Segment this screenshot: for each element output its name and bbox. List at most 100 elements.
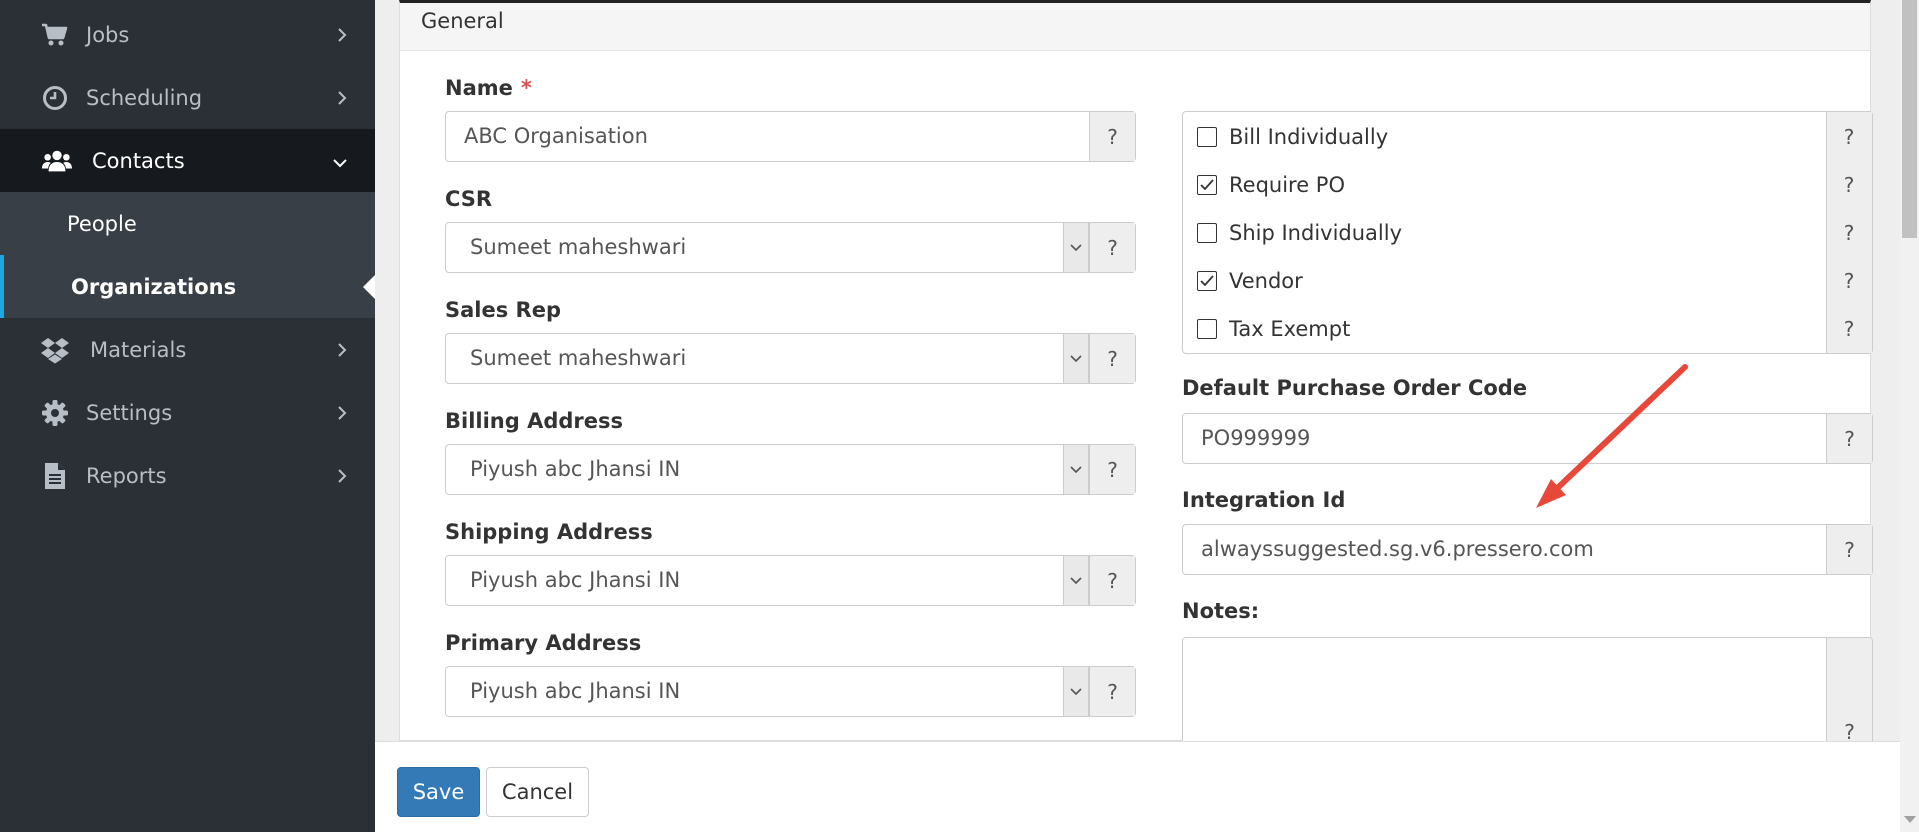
sidebar-subitem-organizations[interactable]: Organizations xyxy=(0,255,375,318)
chevron-right-icon xyxy=(337,464,347,488)
chevron-down-icon[interactable] xyxy=(1063,667,1089,716)
panel-header: General xyxy=(400,3,1870,51)
primary-address-select[interactable]: Piyush abc Jhansi IN ? xyxy=(445,666,1136,717)
panel-title: General xyxy=(421,9,504,33)
integration-id-field[interactable]: alwayssuggested.sg.v6.pressero.com ? xyxy=(1182,524,1873,575)
options-checkbox-group: Bill Individually ? Require PO ? Ship In… xyxy=(1182,111,1873,354)
sidebar-subitem-label: Organizations xyxy=(71,274,237,299)
require-po-option[interactable]: Require PO xyxy=(1197,165,1345,205)
primary-address-label: Primary Address xyxy=(445,631,642,655)
csr-help-button[interactable]: ? xyxy=(1089,223,1135,272)
notes-help-button[interactable]: ? xyxy=(1826,638,1872,756)
cart-icon xyxy=(40,20,70,50)
csr-value: Sumeet maheshwari xyxy=(470,235,687,259)
ship-individually-checkbox[interactable] xyxy=(1197,223,1217,243)
bill-individually-help-button[interactable]: ? xyxy=(1826,117,1872,157)
checkbox-label: Bill Individually xyxy=(1229,125,1389,149)
require-po-checkbox[interactable] xyxy=(1197,175,1217,195)
dropbox-icon xyxy=(40,335,70,365)
scrollbar-thumb[interactable] xyxy=(1902,0,1917,238)
chevron-down-icon[interactable] xyxy=(1063,445,1089,494)
form-footer: Save Cancel xyxy=(375,741,1900,832)
primary-address-value: Piyush abc Jhansi IN xyxy=(470,679,681,703)
sidebar-item-label: Contacts xyxy=(92,148,185,173)
integration-id-help-button[interactable]: ? xyxy=(1826,525,1872,574)
users-icon xyxy=(42,146,72,176)
primary-address-help-button[interactable]: ? xyxy=(1089,667,1135,716)
sales-rep-value: Sumeet maheshwari xyxy=(470,346,687,370)
csr-select[interactable]: Sumeet maheshwari ? xyxy=(445,222,1136,273)
name-label: Name * xyxy=(445,76,532,100)
sidebar-subitem-label: People xyxy=(67,211,137,236)
bill-individually-checkbox[interactable] xyxy=(1197,127,1217,147)
chevron-down-icon[interactable] xyxy=(1063,556,1089,605)
cancel-button[interactable]: Cancel xyxy=(486,767,589,817)
sales-rep-select[interactable]: Sumeet maheshwari ? xyxy=(445,333,1136,384)
chevron-right-icon xyxy=(337,23,347,47)
shipping-address-select[interactable]: Piyush abc Jhansi IN ? xyxy=(445,555,1136,606)
sidebar-item-label: Jobs xyxy=(86,22,130,47)
integration-id-label: Integration Id xyxy=(1182,488,1346,512)
tax-exempt-help-button[interactable]: ? xyxy=(1826,309,1872,349)
checkbox-label: Require PO xyxy=(1229,173,1346,197)
sidebar-item-contacts[interactable]: Contacts xyxy=(0,129,375,192)
sidebar-item-materials[interactable]: Materials xyxy=(0,318,375,381)
scroll-down-icon[interactable] xyxy=(1904,816,1916,823)
checkbox-label: Tax Exempt xyxy=(1229,317,1351,341)
name-value: ABC Organisation xyxy=(464,124,648,148)
chevron-down-icon[interactable] xyxy=(1063,334,1089,383)
chevron-down-icon[interactable] xyxy=(1063,223,1089,272)
default-po-code-help-button[interactable]: ? xyxy=(1826,414,1872,463)
ship-individually-help-button[interactable]: ? xyxy=(1826,213,1872,253)
sidebar-item-label: Settings xyxy=(86,400,173,425)
shipping-address-value: Piyush abc Jhansi IN xyxy=(470,568,681,592)
notes-textarea[interactable]: ? xyxy=(1182,637,1873,757)
vendor-checkbox[interactable] xyxy=(1197,271,1217,291)
name-label-text: Name xyxy=(445,76,513,100)
vendor-help-button[interactable]: ? xyxy=(1826,261,1872,301)
sidebar-item-settings[interactable]: Settings xyxy=(0,381,375,444)
chevron-down-icon xyxy=(333,149,347,173)
ship-individually-option[interactable]: Ship Individually xyxy=(1197,213,1402,253)
checkbox-label: Vendor xyxy=(1229,269,1303,293)
tax-exempt-option[interactable]: Tax Exempt xyxy=(1197,309,1350,349)
main-content: General Name * ABC Organisation ? CSR Sum… xyxy=(375,0,1919,832)
gear-icon xyxy=(40,398,70,428)
integration-id-value: alwayssuggested.sg.v6.pressero.com xyxy=(1201,537,1594,561)
billing-address-label: Billing Address xyxy=(445,409,624,433)
csr-label: CSR xyxy=(445,187,493,211)
name-help-button[interactable]: ? xyxy=(1089,112,1135,161)
sidebar-item-label: Reports xyxy=(86,463,167,488)
sidebar-item-reports[interactable]: Reports xyxy=(0,444,375,507)
vendor-option[interactable]: Vendor xyxy=(1197,261,1303,301)
chevron-right-icon xyxy=(337,338,347,362)
tax-exempt-checkbox[interactable] xyxy=(1197,319,1217,339)
general-panel: General Name * ABC Organisation ? CSR Sum… xyxy=(399,0,1873,757)
default-po-code-value: PO999999 xyxy=(1201,426,1311,450)
sidebar-subitem-people[interactable]: People xyxy=(0,192,375,255)
billing-address-value: Piyush abc Jhansi IN xyxy=(470,457,681,481)
shipping-address-help-button[interactable]: ? xyxy=(1089,556,1135,605)
sales-rep-help-button[interactable]: ? xyxy=(1089,334,1135,383)
bill-individually-option[interactable]: Bill Individually xyxy=(1197,117,1388,157)
required-mark: * xyxy=(520,76,532,100)
clock-icon xyxy=(40,83,70,113)
sidebar-item-label: Scheduling xyxy=(86,85,203,110)
notes-label: Notes: xyxy=(1182,599,1260,623)
save-button[interactable]: Save xyxy=(397,767,480,817)
billing-address-select[interactable]: Piyush abc Jhansi IN ? xyxy=(445,444,1136,495)
billing-address-help-button[interactable]: ? xyxy=(1089,445,1135,494)
checkmark-icon xyxy=(1200,179,1214,191)
chevron-right-icon xyxy=(337,86,347,110)
sidebar-item-label: Materials xyxy=(90,337,187,362)
file-icon xyxy=(40,461,70,491)
sidebar-item-scheduling[interactable]: Scheduling xyxy=(0,66,375,129)
default-po-code-field[interactable]: PO999999 ? xyxy=(1182,413,1873,464)
checkmark-icon xyxy=(1200,275,1214,287)
sidebar-item-jobs[interactable]: Jobs xyxy=(0,3,375,66)
vertical-scrollbar[interactable] xyxy=(1900,0,1919,832)
require-po-help-button[interactable]: ? xyxy=(1826,165,1872,205)
default-po-code-label: Default Purchase Order Code xyxy=(1182,376,1528,400)
sidebar: Jobs Scheduling Contacts People Organiza… xyxy=(0,0,376,832)
name-field[interactable]: ABC Organisation ? xyxy=(445,111,1136,162)
